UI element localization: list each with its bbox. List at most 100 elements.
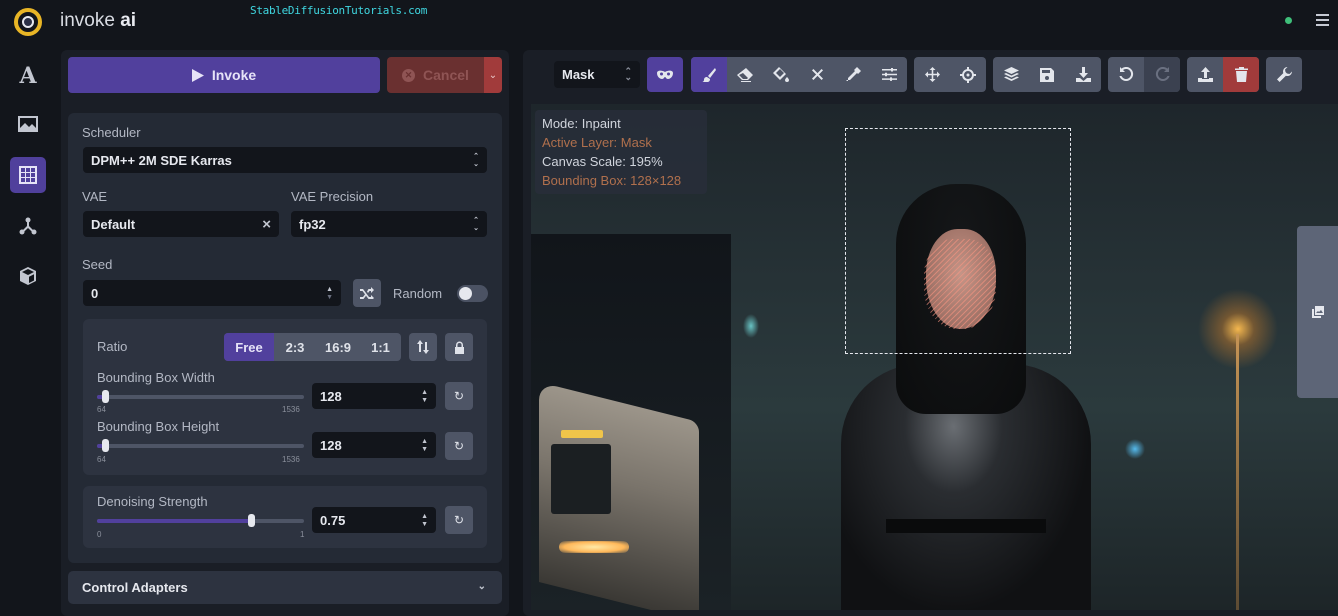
bbox-height-slider-thumb[interactable] xyxy=(102,439,109,452)
eraser-tool-button[interactable] xyxy=(727,57,763,92)
nav-workflows[interactable] xyxy=(10,208,46,244)
nav-text-to-image[interactable]: A xyxy=(10,58,46,94)
app-brand: invoke ai xyxy=(60,10,136,32)
scheduler-label: Scheduler xyxy=(82,125,141,140)
clear-icon[interactable]: × xyxy=(262,211,271,237)
info-mode: Mode: Inpaint xyxy=(542,116,621,131)
toggle-mask-button[interactable] xyxy=(647,57,683,92)
bbox-width-value: 128 xyxy=(320,388,342,404)
info-bounding-box: Bounding Box: 128×128 xyxy=(542,173,682,188)
vae-precision-select[interactable]: fp32 ⌃ ⌄ xyxy=(291,211,487,237)
canvas-stage[interactable]: Mode: Inpaint Active Layer: Mask Canvas … xyxy=(531,104,1338,610)
clear-canvas-button[interactable] xyxy=(1223,57,1259,92)
bbox-height-input[interactable]: 128 ▲ ▼ xyxy=(312,432,436,458)
layers-icon xyxy=(1003,67,1019,81)
invoke-button[interactable]: Invoke xyxy=(68,57,380,93)
denoise-stepper[interactable]: ▲ ▼ xyxy=(421,507,428,533)
seed-stepper[interactable]: ▲ ▼ xyxy=(326,280,333,306)
layer-select[interactable]: Mask ⌃ ⌄ xyxy=(554,61,640,88)
view-toolbar-group xyxy=(914,57,986,92)
vae-select[interactable]: Default × xyxy=(83,211,279,237)
bbox-width-input[interactable]: 128 ▲ ▼ xyxy=(312,383,436,409)
cancel-button[interactable]: ✕ Cancel xyxy=(387,57,484,93)
select-arrows-icon: ⌃ ⌄ xyxy=(624,66,632,82)
fill-tool-button[interactable] xyxy=(763,57,799,92)
control-adapters-section[interactable]: Control Adapters ⌄ xyxy=(68,571,502,604)
brush-options-button[interactable] xyxy=(871,57,907,92)
denoise-max: 1 xyxy=(300,530,305,539)
merge-visible-button[interactable] xyxy=(993,57,1029,92)
bbox-height-slider[interactable] xyxy=(97,444,304,448)
reset-icon: ↻ xyxy=(453,389,465,403)
seed-value: 0 xyxy=(91,285,99,301)
reset-denoise-button[interactable]: ↻ xyxy=(445,506,473,534)
shuffle-seed-button[interactable] xyxy=(353,279,381,307)
swap-arrows-icon xyxy=(417,340,429,354)
reset-icon: ↻ xyxy=(453,439,465,453)
download-button[interactable] xyxy=(1065,57,1101,92)
clear-mask-button[interactable] xyxy=(799,57,835,92)
ratio-option-free[interactable]: Free xyxy=(224,333,274,361)
ratio-option-1-1[interactable]: 1:1 xyxy=(360,333,401,361)
upload-button[interactable] xyxy=(1187,57,1223,92)
nav-model-manager[interactable] xyxy=(10,258,46,294)
denoise-input[interactable]: 0.75 ▲ ▼ xyxy=(312,507,436,533)
bbox-width-min: 64 xyxy=(97,405,106,414)
mask-toolbar-group xyxy=(647,57,683,92)
canvas-settings-button[interactable] xyxy=(1266,57,1302,92)
denoise-slider-thumb[interactable] xyxy=(248,514,255,527)
chevron-down-icon: ⌄ xyxy=(477,581,486,592)
denoise-slider[interactable] xyxy=(97,519,304,523)
gallery-icon xyxy=(1311,306,1324,318)
vae-precision-value: fp32 xyxy=(299,216,326,232)
brush-tool-button[interactable] xyxy=(691,57,727,92)
bbox-height-min: 64 xyxy=(97,455,106,464)
swap-dimensions-button[interactable] xyxy=(409,333,437,361)
open-gallery-button[interactable] xyxy=(1297,226,1338,398)
grid-icon xyxy=(19,166,37,184)
brush-icon xyxy=(702,67,716,82)
image-icon xyxy=(18,116,38,132)
cancel-options-button[interactable]: ⌄ xyxy=(484,57,502,93)
bounding-box[interactable] xyxy=(845,128,1071,354)
bbox-width-slider[interactable] xyxy=(97,395,304,399)
history-toolbar-group xyxy=(1108,57,1180,92)
ratio-option-2-3[interactable]: 2:3 xyxy=(274,333,316,361)
reset-bbox-height-button[interactable]: ↻ xyxy=(445,432,473,460)
reset-bbox-width-button[interactable]: ↻ xyxy=(445,382,473,410)
layer-select-value: Mask xyxy=(562,67,595,82)
letter-a-icon: A xyxy=(19,63,37,89)
move-icon xyxy=(924,67,940,82)
bbox-width-max: 1536 xyxy=(282,405,300,414)
undo-button[interactable] xyxy=(1108,57,1144,92)
random-seed-toggle[interactable] xyxy=(457,285,488,302)
reset-view-button[interactable] xyxy=(950,57,986,92)
play-icon xyxy=(191,68,204,82)
move-tool-button[interactable] xyxy=(914,57,950,92)
cube-icon xyxy=(20,267,36,285)
lock-ratio-button[interactable] xyxy=(445,333,473,361)
bbox-width-stepper[interactable]: ▲ ▼ xyxy=(421,383,428,409)
hamburger-menu-icon[interactable] xyxy=(1316,14,1329,26)
invoke-logo-icon xyxy=(14,8,42,36)
nav-image-to-image[interactable] xyxy=(10,106,46,142)
denoise-label: Denoising Strength xyxy=(97,494,208,509)
aspect-ratio-selector: Free 2:3 16:9 1:1 xyxy=(224,333,401,361)
denoise-min: 0 xyxy=(97,530,102,539)
settings-toolbar-group xyxy=(1266,57,1302,92)
seed-label: Seed xyxy=(82,257,113,272)
color-picker-button[interactable] xyxy=(835,57,871,92)
ratio-option-16-9[interactable]: 16:9 xyxy=(316,333,360,361)
bbox-height-max: 1536 xyxy=(282,455,300,464)
watermark: StableDiffusionTutorials.com xyxy=(250,4,428,17)
redo-button[interactable] xyxy=(1144,57,1180,92)
scheduler-select[interactable]: DPM++ 2M SDE Karras ⌃ ⌄ xyxy=(83,147,487,173)
nav-unified-canvas[interactable] xyxy=(10,157,46,193)
bbox-width-label: Bounding Box Width xyxy=(97,370,215,385)
random-label: Random xyxy=(393,286,443,301)
bbox-width-slider-thumb[interactable] xyxy=(102,390,109,403)
seed-input[interactable]: 0 ▲ ▼ xyxy=(83,280,341,306)
redo-icon xyxy=(1155,67,1170,81)
bbox-height-stepper[interactable]: ▲ ▼ xyxy=(421,432,428,458)
save-to-gallery-button[interactable] xyxy=(1029,57,1065,92)
